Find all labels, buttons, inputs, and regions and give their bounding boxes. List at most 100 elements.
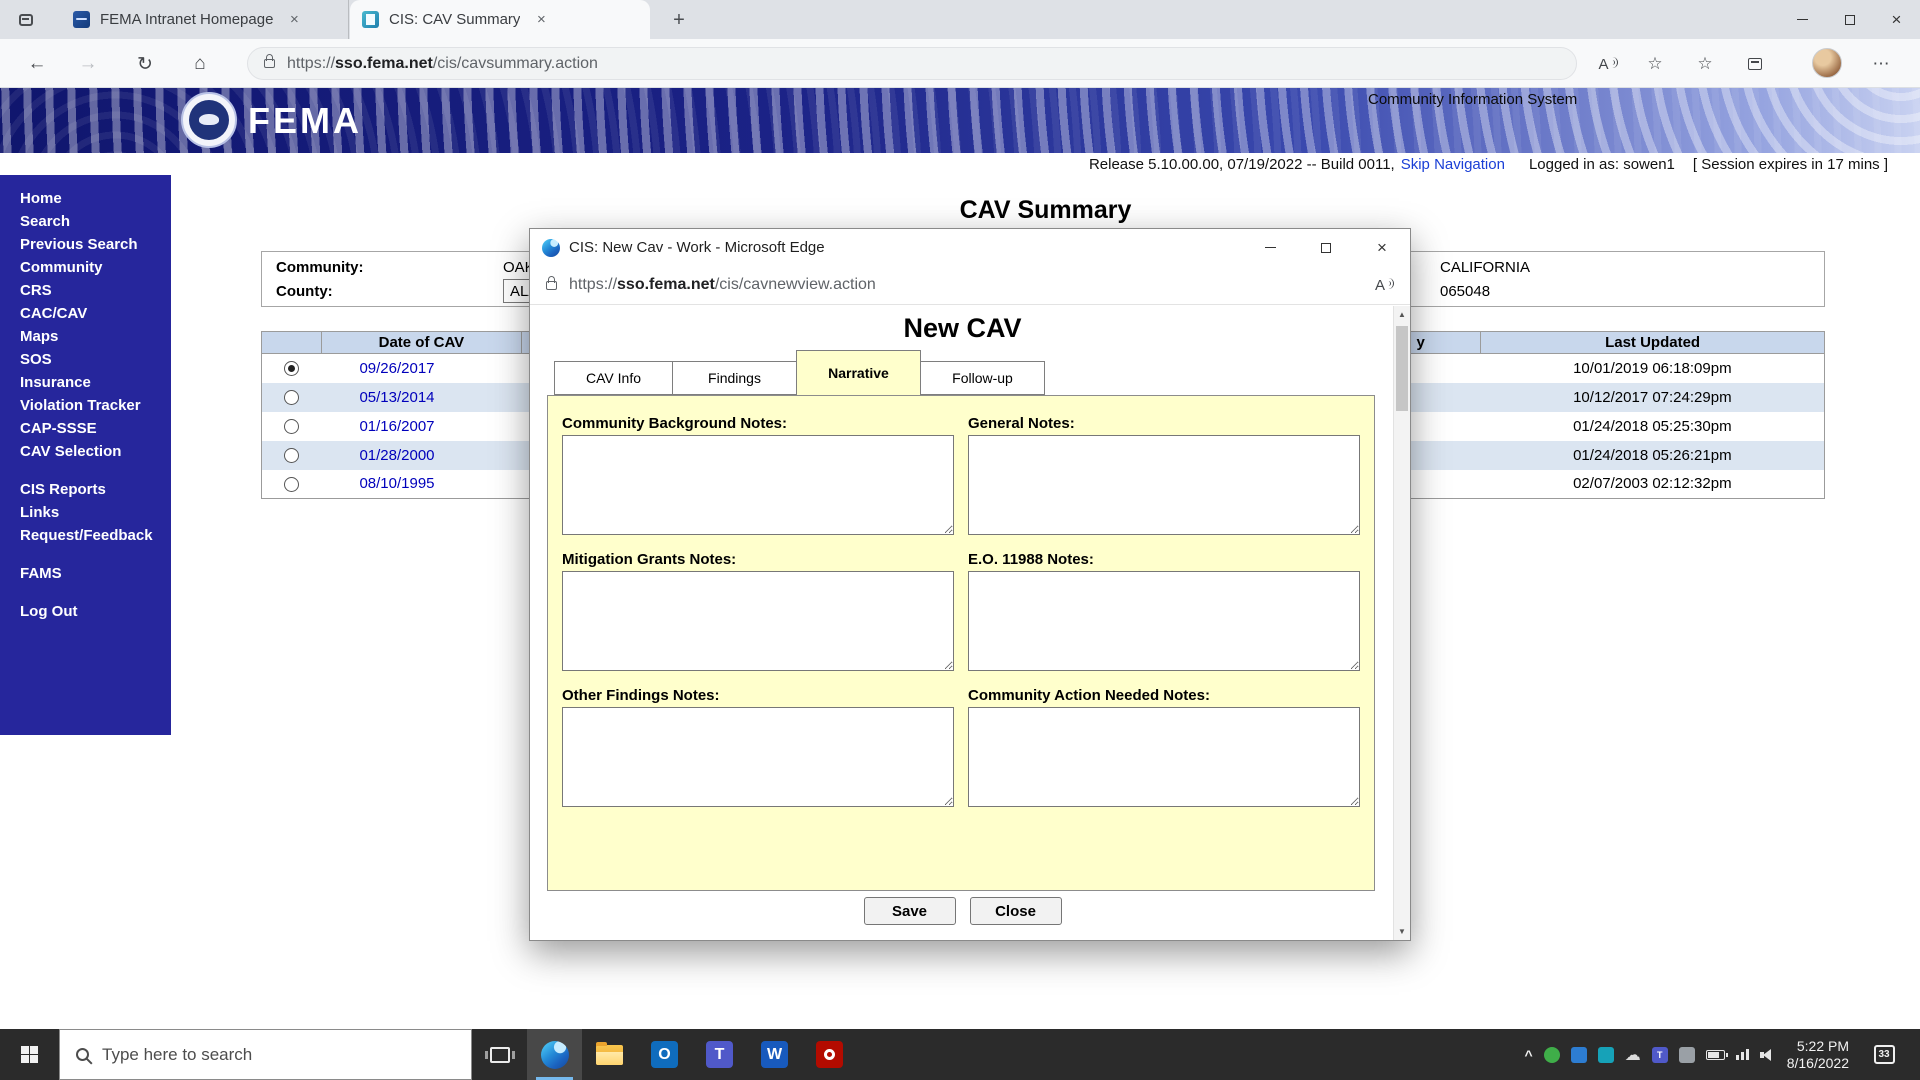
scrollbar-thumb[interactable]: [1396, 326, 1408, 411]
last-updated-value: 10/01/2019 06:18:09pm: [1573, 359, 1732, 377]
collections-icon[interactable]: [1740, 49, 1770, 79]
skip-navigation-link[interactable]: Skip Navigation: [1401, 156, 1505, 173]
cav-date-link[interactable]: 05/13/2014: [359, 389, 434, 406]
sidebar-item-cap-ssse[interactable]: CAP-SSSE: [20, 417, 171, 440]
popup-address-bar[interactable]: https://sso.fema.net/cis/cavnewview.acti…: [530, 266, 1410, 305]
favorites-icon[interactable]: ☆: [1690, 49, 1720, 79]
tab-list-icon[interactable]: [14, 8, 38, 32]
sidebar-item-maps[interactable]: Maps: [20, 325, 171, 348]
tab-close-icon[interactable]: ×: [530, 9, 552, 31]
sidebar-item-insurance[interactable]: Insurance: [20, 371, 171, 394]
eo-11988-notes-textarea[interactable]: [968, 571, 1360, 671]
bluetooth-icon[interactable]: [1570, 1046, 1587, 1063]
sidebar-item-fams[interactable]: FAMS: [20, 562, 171, 585]
sidebar-item-previous-search[interactable]: Previous Search: [20, 233, 171, 256]
tab-close-icon[interactable]: ×: [283, 9, 305, 31]
tab-follow-up[interactable]: Follow-up: [920, 361, 1045, 395]
network-status-icon[interactable]: [1597, 1046, 1614, 1063]
read-aloud-icon[interactable]: A: [1593, 49, 1623, 79]
row-radio[interactable]: [284, 448, 300, 464]
row-radio[interactable]: [284, 476, 300, 492]
general-notes-textarea[interactable]: [968, 435, 1360, 535]
taskbar: O T W ^ ☁ T 5:22 PM 8/16/2022 33: [0, 1029, 1920, 1080]
hidden-icons-chevron[interactable]: ^: [1525, 1047, 1533, 1063]
notification-center-button[interactable]: 33: [1860, 1045, 1908, 1064]
network-icon[interactable]: [1735, 1049, 1749, 1060]
more-menu-icon[interactable]: ⋯: [1866, 49, 1896, 79]
row-radio[interactable]: [284, 390, 300, 406]
safely-remove-icon[interactable]: [1678, 1046, 1695, 1063]
defender-icon[interactable]: [1543, 1046, 1560, 1063]
sidebar-item-cav-selection[interactable]: CAV Selection: [20, 440, 171, 463]
popup-minimize-button[interactable]: [1242, 229, 1298, 266]
sidebar-item-request-feedback[interactable]: Request/Feedback: [20, 524, 171, 547]
volume-icon[interactable]: [1759, 1048, 1776, 1061]
scroll-down-icon[interactable]: ▼: [1394, 923, 1410, 940]
add-favorite-icon[interactable]: ☆: [1640, 49, 1670, 79]
taskbar-search[interactable]: [59, 1029, 472, 1080]
onedrive-icon[interactable]: ☁: [1625, 1047, 1641, 1064]
cav-date-link[interactable]: 01/16/2007: [359, 418, 434, 435]
read-aloud-icon[interactable]: A: [1375, 277, 1395, 294]
cav-date-link[interactable]: 08/10/1995: [359, 475, 434, 492]
tab-findings[interactable]: Findings: [672, 361, 797, 395]
popup-scrollbar[interactable]: ▲ ▼: [1393, 306, 1410, 940]
cav-date-link[interactable]: 09/26/2017: [359, 360, 434, 377]
tab-list-glyph: [19, 14, 33, 26]
teams-tray-icon[interactable]: T: [1651, 1046, 1668, 1063]
row-radio[interactable]: [284, 419, 300, 435]
sidebar-item-crs[interactable]: CRS: [20, 279, 171, 302]
last-updated-value: 10/12/2017 07:24:29pm: [1573, 388, 1732, 406]
taskbar-file-explorer-button[interactable]: [582, 1029, 637, 1080]
sidebar-nav: Home Search Previous Search Community CR…: [0, 175, 171, 735]
tab-narrative[interactable]: Narrative: [796, 350, 921, 395]
taskbar-edge-button[interactable]: [527, 1029, 582, 1080]
address-bar[interactable]: https://sso.fema.net/cis/cavsummary.acti…: [247, 47, 1577, 80]
mitigation-grants-notes-textarea[interactable]: [562, 571, 954, 671]
taskbar-teams-button[interactable]: T: [692, 1029, 747, 1080]
window-maximize-button[interactable]: [1826, 0, 1873, 39]
community-action-needed-notes-textarea[interactable]: [968, 707, 1360, 807]
profile-avatar[interactable]: [1812, 48, 1842, 78]
sidebar-item-community[interactable]: Community: [20, 256, 171, 279]
taskbar-word-button[interactable]: W: [747, 1029, 802, 1080]
save-button[interactable]: Save: [863, 897, 956, 925]
start-button[interactable]: [0, 1029, 59, 1080]
window-minimize-button[interactable]: [1779, 0, 1826, 39]
popup-close-button[interactable]: ×: [1354, 229, 1410, 266]
refresh-button[interactable]: ↻: [130, 49, 160, 79]
cav-date-link[interactable]: 01/28/2000: [359, 447, 434, 464]
popup-title-bar[interactable]: CIS: New Cav - Work - Microsoft Edge ×: [530, 229, 1410, 266]
taskbar-outlook-button[interactable]: O: [637, 1029, 692, 1080]
window-close-button[interactable]: ×: [1873, 0, 1920, 39]
tab-cis-cav-summary[interactable]: CIS: CAV Summary ×: [350, 0, 650, 39]
search-input[interactable]: [102, 1044, 432, 1065]
sidebar-item-search[interactable]: Search: [20, 210, 171, 233]
word-icon: W: [761, 1041, 788, 1068]
tab-cav-info[interactable]: CAV Info: [554, 361, 673, 395]
community-background-notes-textarea[interactable]: [562, 435, 954, 535]
taskbar-clock[interactable]: 5:22 PM 8/16/2022: [1787, 1038, 1849, 1072]
forward-button[interactable]: →: [73, 49, 103, 79]
sidebar-item-sos[interactable]: SOS: [20, 348, 171, 371]
other-findings-notes-textarea[interactable]: [562, 707, 954, 807]
scroll-up-icon[interactable]: ▲: [1394, 306, 1410, 323]
tab-fema-intranet[interactable]: FEMA Intranet Homepage ×: [61, 0, 349, 39]
task-view-button[interactable]: [472, 1029, 527, 1080]
close-button[interactable]: Close: [969, 897, 1062, 925]
taskbar-acrobat-button[interactable]: [802, 1029, 857, 1080]
popup-maximize-button[interactable]: [1298, 229, 1354, 266]
battery-icon[interactable]: [1705, 1049, 1728, 1060]
back-button[interactable]: ←: [22, 49, 52, 79]
sidebar-item-cac-cav[interactable]: CAC/CAV: [20, 302, 171, 325]
sidebar-item-home[interactable]: Home: [20, 187, 171, 210]
new-tab-button[interactable]: +: [666, 7, 692, 33]
sidebar-item-log-out[interactable]: Log Out: [20, 600, 171, 623]
sidebar-item-links[interactable]: Links: [20, 501, 171, 524]
edge-icon: [542, 238, 560, 257]
sidebar-item-cis-reports[interactable]: CIS Reports: [20, 478, 171, 501]
fema-header-band: FEMA Community Information System: [0, 88, 1920, 153]
row-radio[interactable]: [284, 361, 300, 377]
sidebar-item-violation-tracker[interactable]: Violation Tracker: [20, 394, 171, 417]
home-button[interactable]: ⌂: [185, 49, 215, 79]
